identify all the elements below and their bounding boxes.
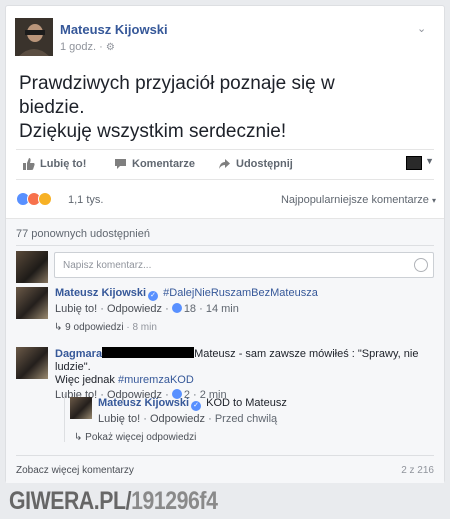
show-more-replies-label: Pokaż więcej odpowiedzi [85, 432, 197, 443]
comment-body: Dagmara Mateusz - sam zawsze mówiłeś : "S… [55, 347, 435, 402]
emoji-icon[interactable] [414, 258, 428, 272]
comment-like-link[interactable]: Lubię to! [55, 303, 97, 315]
divider [16, 149, 434, 150]
comment-hashtag[interactable]: #DalejNieRuszamBezMateusza [163, 287, 318, 299]
like-badge-icon [171, 303, 182, 313]
redaction-bar [102, 347, 195, 358]
commenter-avatar[interactable] [16, 287, 48, 319]
composer-avatar [16, 251, 48, 283]
post-text-line: biedzie. [19, 97, 85, 118]
comment-sort-label: Najpopularniejsze komentarze [280, 194, 429, 206]
comment-body: Mateusz Kijowski ✓ #DalejNieRuszamBezMate… [55, 287, 435, 316]
comment-button[interactable]: Komentarze [114, 158, 195, 170]
post-header: Mateusz Kijowski 1 godz. · ⚙ ⌄ [15, 18, 435, 62]
post-author-name[interactable]: Mateusz Kijowski [60, 22, 168, 37]
share-button[interactable]: Udostępnij [218, 158, 293, 170]
site-watermark: GIWERA.PL/191296f4 [9, 487, 218, 516]
comment-icon [115, 159, 126, 169]
like-button[interactable]: Lubię to! [22, 158, 86, 170]
post-meta: 1 godz. · ⚙ [60, 41, 115, 53]
share-label: Udostępnij [236, 158, 293, 170]
comment-label: Komentarze [132, 158, 195, 170]
reply-meta: Lubię to! · Odpowiedz · Przed chwilą [98, 413, 278, 425]
commenter-avatar[interactable] [16, 347, 48, 379]
audience-gear-icon[interactable]: ⚙ [106, 42, 115, 53]
share-arrow-icon [219, 159, 230, 169]
reply-text: KOD to Mateusz [206, 397, 287, 409]
post-actions: Lubię to! Komentarze Udostępnij ▼ [16, 154, 436, 176]
commenter-name[interactable]: Mateusz Kijowski [55, 287, 146, 299]
comment-like-count[interactable]: 18 [184, 303, 196, 315]
comment-text: Więc jednak [55, 374, 118, 386]
reaction-count[interactable]: 1,1 tys. [68, 194, 103, 206]
reply-arrow-icon: ↳ [74, 432, 83, 443]
watermark-site: GIWERA.PL/ [9, 487, 132, 515]
post-text-line: Prawdziwych przyjaciół poznaje się w [19, 73, 335, 94]
reply-item: Mateusz Kijowski ✓ KOD to Mateusz Lubię t… [70, 397, 436, 437]
show-more-replies-link[interactable]: ↳ Pokaż więcej odpowiedzi [74, 432, 196, 443]
comment-time[interactable]: 14 min [206, 303, 239, 315]
reply-time[interactable]: Przed chwilą [215, 413, 277, 425]
verified-badge-icon: ✓ [148, 291, 159, 301]
comment-input[interactable]: Napisz komentarz... [54, 252, 434, 278]
post-text: Prawdziwych przyjaciół poznaje się w bie… [19, 72, 434, 144]
comment-item: Dagmara Mateusz - sam zawsze mówiłeś : "S… [16, 347, 436, 401]
comment-hashtag[interactable]: #muremzaKOD [118, 374, 194, 386]
reply-thread-line [64, 394, 65, 442]
comments-section: 77 ponownych udostępnień Napisz komentar… [6, 218, 444, 483]
author-avatar[interactable] [15, 18, 53, 56]
replier-name[interactable]: Mateusz Kijowski [98, 397, 189, 409]
comment-meta: Lubię to! · Odpowiedz · 18 · 14 min [55, 303, 239, 315]
like-label: Lubię to! [40, 158, 87, 170]
comment-item: Mateusz Kijowski ✓ #DalejNieRuszamBezMate… [16, 287, 436, 347]
reply-body: Mateusz Kijowski ✓ KOD to Mateusz Lubię t… [98, 397, 450, 426]
watermark-id: 191296f4 [131, 487, 218, 515]
view-replies-link[interactable]: ↳ 9 odpowiedzi · 8 min [54, 322, 157, 333]
shares-count[interactable]: 77 ponownych udostępnień [16, 228, 150, 240]
divider [16, 455, 434, 456]
post-text-line: Dziękuję wszystkim serdecznie! [19, 121, 287, 142]
commenter-name[interactable]: Dagmara [55, 348, 102, 360]
avatar-image [15, 18, 53, 56]
caret-down-icon[interactable]: ▼ [425, 156, 434, 166]
reactions-bar: 1,1 tys. Najpopularniejsze komentarze ▾ [16, 192, 436, 208]
reply-reply-link[interactable]: Odpowiedz [150, 413, 205, 425]
thumbs-up-icon [23, 158, 35, 170]
view-more-comments-link[interactable]: Zobacz więcej komentarzy [16, 465, 134, 476]
post-time[interactable]: 1 godz. · [60, 41, 103, 53]
comment-pagination-count: 2 z 216 [401, 465, 434, 476]
replier-avatar[interactable] [70, 397, 92, 419]
comment-input-placeholder: Napisz komentarz... [63, 260, 152, 271]
verified-badge-icon: ✓ [191, 401, 202, 411]
haha-reaction-icon[interactable] [38, 192, 52, 206]
post-card: Mateusz Kijowski 1 godz. · ⚙ ⌄ Prawdziwy… [5, 5, 445, 483]
reply-arrow-icon: ↳ [54, 322, 63, 333]
reply-like-link[interactable]: Lubię to! [98, 413, 140, 425]
comment-reply-link[interactable]: Odpowiedz [107, 303, 162, 315]
divider [16, 245, 434, 246]
share-as-avatar[interactable] [406, 156, 422, 170]
replies-count: 9 odpowiedzi [65, 322, 124, 333]
replies-time: 8 min [132, 322, 157, 333]
comment-sort-dropdown[interactable]: Najpopularniejsze komentarze ▾ [281, 194, 436, 206]
post-options-chevron-icon[interactable]: ⌄ [417, 22, 431, 35]
divider [16, 179, 434, 180]
caret-down-icon: ▾ [431, 196, 436, 205]
